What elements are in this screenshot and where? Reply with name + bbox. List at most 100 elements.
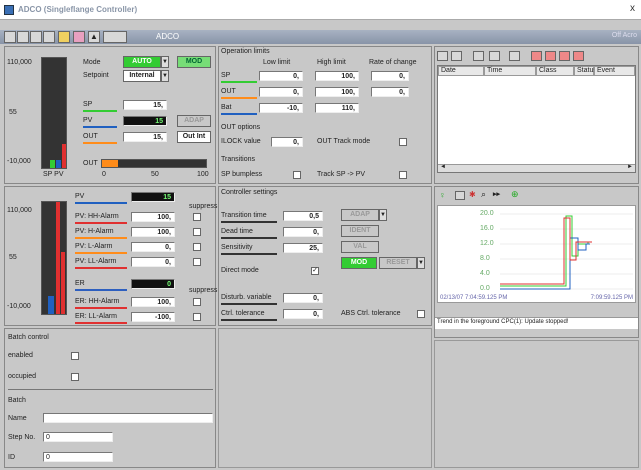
limit-bat-underline xyxy=(221,113,257,115)
print-icon[interactable] xyxy=(559,51,570,61)
dead-time-label: Dead time xyxy=(221,228,253,235)
settings-icon[interactable] xyxy=(573,51,584,61)
trend-pin-icon[interactable]: ✱ xyxy=(469,190,476,199)
ack-all-icon[interactable] xyxy=(473,51,484,61)
reset-dropdown[interactable]: ▼ xyxy=(417,257,425,269)
out-bargraph xyxy=(101,159,207,168)
mode-dropdown[interactable]: ▼ xyxy=(161,56,169,68)
ilock-field[interactable]: 0, xyxy=(271,137,303,147)
disturb-variable-field[interactable]: 0, xyxy=(283,293,323,303)
lock-icon[interactable] xyxy=(58,31,70,43)
sp-rate-of-change[interactable]: 0, xyxy=(371,71,409,81)
trend-plot[interactable]: 20.0 16.0 12.0 8.0 4.0 0.0 02/13/07 7:04… xyxy=(437,205,636,303)
er-hh-field[interactable]: 100, xyxy=(131,297,175,307)
adap-dropdown[interactable]: ▼ xyxy=(379,209,387,221)
skip-icon[interactable] xyxy=(509,51,520,61)
config-icon[interactable] xyxy=(531,51,542,61)
abs-tolerance-checkbox[interactable] xyxy=(417,310,425,318)
sensitivity-label: Sensitivity xyxy=(221,244,253,251)
out-int-button[interactable]: Out Int xyxy=(177,131,211,143)
pv-ll-field[interactable]: 0, xyxy=(131,257,175,267)
trend-print-icon[interactable]: ⊕ xyxy=(511,189,519,200)
er-ll-label: ER: LL-Alarm xyxy=(75,313,118,320)
out-high-limit[interactable]: 100, xyxy=(315,87,359,97)
disturb-variable-label: Disturb. variable xyxy=(221,294,272,301)
col-date[interactable]: Date xyxy=(438,66,484,76)
pv-h-suppress-checkbox[interactable] xyxy=(193,228,201,236)
out-track-checkbox[interactable] xyxy=(399,138,407,146)
y-axis-mid: 55 xyxy=(9,109,17,116)
pv-hh-field[interactable]: 100, xyxy=(131,212,175,222)
sensitivity-underline xyxy=(221,253,277,255)
sensitivity-field[interactable]: 25, xyxy=(283,243,323,253)
mode-value[interactable]: AUTO xyxy=(123,56,161,68)
close-button[interactable]: x xyxy=(630,3,635,14)
toolbar-button-1[interactable] xyxy=(4,31,16,43)
setpoint-dropdown[interactable]: ▼ xyxy=(161,70,169,82)
scroll-left-icon[interactable]: ◄ xyxy=(440,164,446,170)
out-low-limit[interactable]: 0, xyxy=(259,87,303,97)
toolbar-button-4[interactable] xyxy=(43,31,55,43)
ack-icon[interactable] xyxy=(451,51,462,61)
bat-high-limit[interactable]: 110, xyxy=(315,103,359,113)
pv-l-suppress-checkbox[interactable] xyxy=(193,243,201,251)
out-rate-of-change[interactable]: 0, xyxy=(371,87,409,97)
sp-bumpless-checkbox[interactable] xyxy=(293,171,301,179)
out-underline xyxy=(83,142,117,144)
pencil-icon[interactable] xyxy=(73,31,85,43)
reset-button[interactable]: RESET xyxy=(379,257,417,269)
pv-hh-suppress-checkbox[interactable] xyxy=(193,213,201,221)
step-no-field[interactable]: 0 xyxy=(43,432,113,442)
ctrl-tolerance-field[interactable]: 0, xyxy=(283,309,323,319)
val-button[interactable]: VAL xyxy=(341,241,379,253)
controller-settings-panel: Controller settings Transition time 0,5 … xyxy=(218,186,432,326)
col-event[interactable]: Event xyxy=(594,66,635,76)
adap-settings-button[interactable]: ADAP xyxy=(341,209,379,221)
col-status[interactable]: Status xyxy=(574,66,597,76)
trend-ytick-2: 12.0 xyxy=(480,240,494,247)
window-icon[interactable] xyxy=(103,31,127,43)
enabled-checkbox[interactable] xyxy=(71,352,79,360)
trend-zoom-icon[interactable]: ⌕ xyxy=(481,189,486,200)
pv-h-field[interactable]: 100, xyxy=(131,227,175,237)
setpoint-value[interactable]: Internal xyxy=(123,70,161,82)
sp-low-limit[interactable]: 0, xyxy=(259,71,303,81)
name-field[interactable] xyxy=(43,413,213,423)
er-hh-suppress-checkbox[interactable] xyxy=(193,298,201,306)
toolbar-button-2[interactable] xyxy=(17,31,29,43)
export-icon[interactable] xyxy=(545,51,556,61)
col-class[interactable]: Class xyxy=(536,66,574,76)
pv-field: 15 xyxy=(123,116,167,126)
adap-button[interactable]: ADAP xyxy=(177,115,211,127)
list-icon[interactable] xyxy=(437,51,448,61)
scroll-right-icon[interactable]: ► xyxy=(627,164,633,170)
out-field[interactable]: 15, xyxy=(123,132,167,142)
trend-key-icon[interactable]: ♀ xyxy=(439,190,446,200)
pv-l-field[interactable]: 0, xyxy=(131,242,175,252)
ctrl-tolerance-label: Ctrl. tolerance xyxy=(221,310,265,317)
horizontal-scrollbar[interactable]: ◄ ► xyxy=(438,164,635,172)
mod-settings-button[interactable]: MOD xyxy=(341,257,377,269)
direct-mode-checkbox[interactable]: ✓ xyxy=(311,267,319,275)
bat-low-limit[interactable]: -10, xyxy=(259,103,303,113)
mod-button[interactable]: MOD xyxy=(177,56,211,68)
er-ll-field[interactable]: -100, xyxy=(131,312,175,322)
occupied-checkbox[interactable] xyxy=(71,373,79,381)
arrow-up-icon[interactable]: ▲ xyxy=(88,31,100,43)
pv-ll-suppress-checkbox[interactable] xyxy=(193,258,201,266)
transition-time-field[interactable]: 0,5 xyxy=(283,211,323,221)
er-ll-suppress-checkbox[interactable] xyxy=(193,313,201,321)
col-time[interactable]: Time xyxy=(484,66,536,76)
dead-time-field[interactable]: 0, xyxy=(283,227,323,237)
track-sp-checkbox[interactable] xyxy=(399,171,407,179)
sp-high-limit[interactable]: 100, xyxy=(315,71,359,81)
sp-field[interactable]: 15, xyxy=(123,100,167,110)
trend-pause-icon[interactable]: ▸▸ xyxy=(493,190,500,198)
y-axis-top: 110,000 xyxy=(7,59,32,66)
ident-button[interactable]: IDENT xyxy=(341,225,379,237)
pv2-field: 15 xyxy=(131,192,175,202)
trend-grid-icon[interactable] xyxy=(455,191,465,200)
id-field[interactable]: 0 xyxy=(43,452,113,462)
filter-icon[interactable] xyxy=(489,51,500,61)
toolbar-button-3[interactable] xyxy=(30,31,42,43)
